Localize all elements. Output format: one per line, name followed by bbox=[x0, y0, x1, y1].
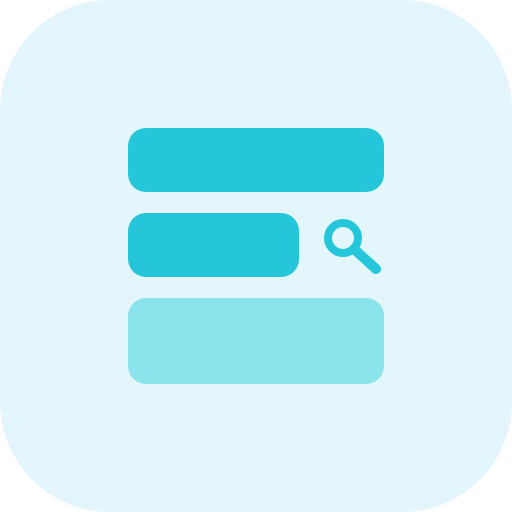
magnifier-icon bbox=[324, 219, 381, 274]
search-header-bar bbox=[128, 128, 384, 192]
magnifier-handle bbox=[349, 244, 381, 274]
app-icon-tile bbox=[0, 0, 512, 512]
result-block bbox=[128, 298, 384, 384]
search-input-bar bbox=[128, 213, 299, 277]
